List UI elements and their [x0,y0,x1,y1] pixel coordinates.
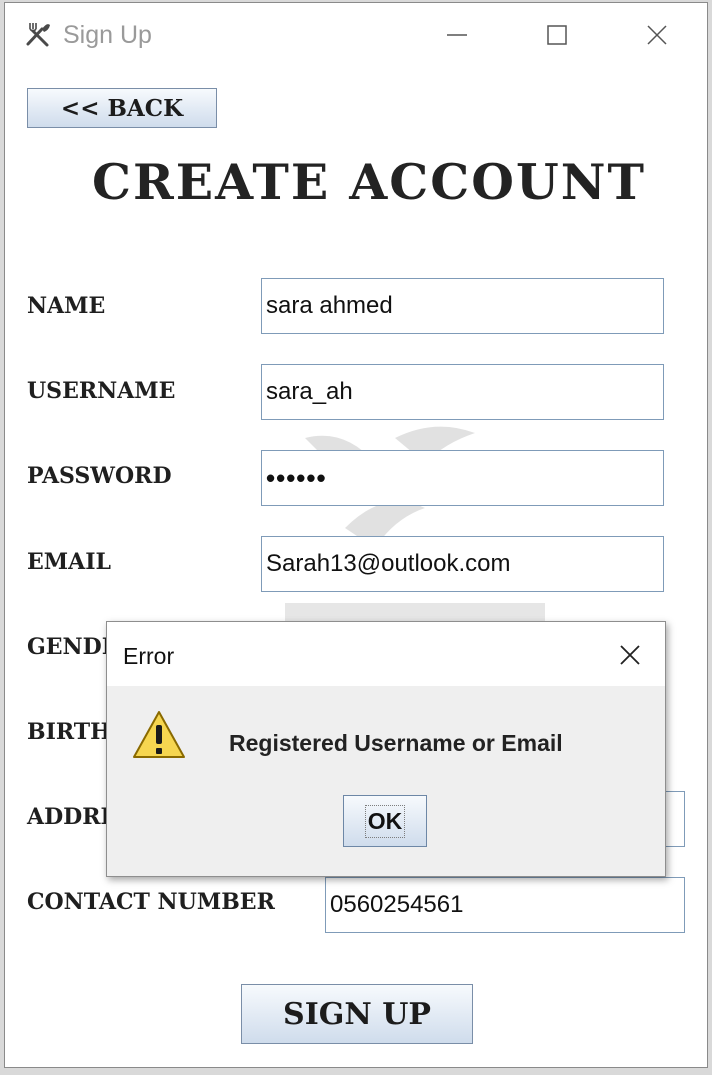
maximize-icon [547,25,567,45]
title-bar: Sign Up [5,3,707,67]
contact-number-field[interactable]: 0560254561 [325,877,685,933]
email-label: EMAIL [27,549,111,575]
window-title: Sign Up [63,21,152,49]
error-dialog: Error Registered Username or Email OK [106,621,666,877]
email-field[interactable]: Sarah13@outlook.com [261,536,664,592]
dialog-title-bar: Error [107,622,665,686]
contact-number-label: CONTACT NUMBER [27,889,275,915]
page-title: CREATE ACCOUNT [92,153,646,211]
warning-icon [133,711,185,758]
ok-button[interactable]: OK [343,795,427,847]
dialog-close-button[interactable] [613,638,647,672]
dialog-message: Registered Username or Email [229,730,563,756]
password-field[interactable]: •••••• [261,450,664,506]
ok-button-label: OK [364,804,406,838]
minimize-icon [447,34,467,36]
name-field[interactable]: sara ahmed [261,278,664,334]
username-field[interactable]: sara_ah [261,364,664,420]
password-label: PASSWORD [27,463,172,489]
close-button[interactable] [637,17,677,53]
close-icon [620,645,640,665]
sign-up-button[interactable]: SIGN UP [241,984,473,1044]
username-label: USERNAME [27,378,176,404]
maximize-button[interactable] [537,17,577,53]
signup-window: Sign Up << BACK CREATE ACCOUNT NAME sara… [4,2,708,1068]
name-label: NAME [27,293,106,319]
utensils-icon [26,23,50,47]
back-button[interactable]: << BACK [27,88,217,128]
dialog-title: Error [123,643,175,669]
minimize-button[interactable] [437,17,477,53]
close-icon [647,25,667,45]
